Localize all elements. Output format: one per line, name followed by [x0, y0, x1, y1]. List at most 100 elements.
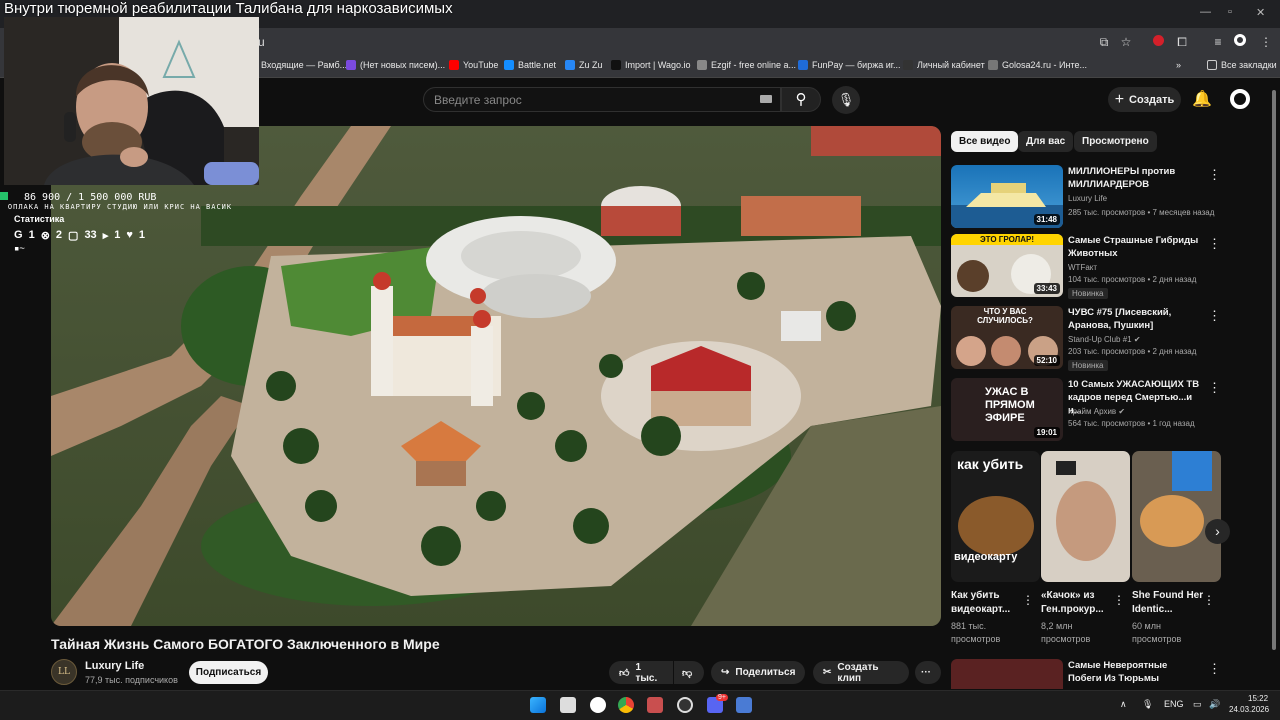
extension-opera-icon[interactable] — [1150, 34, 1166, 50]
like-count: 1 тыс. — [635, 661, 658, 684]
search-input[interactable]: Введите запрос — [423, 87, 781, 112]
browser-menu-icon[interactable]: ⋮ — [1258, 34, 1274, 50]
short-more-icon[interactable]: ⋮ — [1022, 593, 1034, 607]
bookmark-item[interactable]: FunPay — биржа иг... — [798, 60, 900, 70]
video-player[interactable] — [51, 126, 941, 626]
account-avatar[interactable] — [1230, 89, 1250, 109]
search-button[interactable]: ⚲ — [781, 87, 821, 112]
more-actions-button[interactable]: ··· — [915, 661, 941, 684]
rec-more-icon[interactable]: ⋮ — [1208, 661, 1221, 677]
recommendation-item[interactable]: 31:48 МИЛЛИОНЕРЫ против МИЛЛИАРДЕРОВ Lux… — [951, 165, 1241, 231]
short-thumbnail[interactable] — [1041, 451, 1130, 582]
install-app-icon[interactable]: ⧉ — [1096, 34, 1112, 50]
rec-thumbnail[interactable]: ЭТО ГРОЛАР! 33:43 — [951, 234, 1063, 297]
clock-time[interactable]: 15:22 — [1248, 694, 1268, 703]
chrome-icon[interactable] — [618, 697, 634, 713]
create-button[interactable]: + Создать — [1108, 87, 1181, 112]
rec-thumbnail[interactable]: УЖАС В ПРЯМОМ ЭФИРЕ 19:01 — [951, 378, 1063, 441]
recommendation-item[interactable]: УЖАС В ПРЯМОМ ЭФИРЕ 19:01 10 Самых УЖАСА… — [951, 378, 1241, 444]
cat-thumbnail — [1140, 451, 1212, 547]
rec-thumbnail[interactable]: 31:48 — [951, 165, 1063, 228]
short-thumbnail[interactable] — [1132, 451, 1221, 582]
bookmark-item[interactable]: Личный кабинет — [903, 60, 985, 70]
short-more-icon[interactable]: ⋮ — [1203, 593, 1215, 607]
notifications-bell-icon[interactable]: 🔔 — [1192, 89, 1212, 109]
tray-mic-icon[interactable]: 🎙 — [1142, 699, 1153, 710]
channel-avatar[interactable]: LL — [51, 659, 77, 685]
rec-more-icon[interactable]: ⋮ — [1208, 167, 1221, 183]
rec-channel[interactable]: WTFакт — [1068, 263, 1097, 272]
bookmark-item[interactable]: YouTube — [449, 60, 498, 70]
photos-icon[interactable] — [647, 697, 663, 713]
windows-start-icon[interactable] — [530, 697, 546, 713]
rec-more-icon[interactable]: ⋮ — [1208, 380, 1221, 396]
short-thumbnail[interactable]: как убить видеокарту — [951, 451, 1040, 582]
rec-channel[interactable]: Stand-Up Club #1 ✔ — [1068, 335, 1141, 344]
clip-button[interactable]: ✂ Создать клип — [813, 661, 909, 684]
media-control-icon[interactable]: ≡ — [1210, 34, 1226, 50]
voice-search-button[interactable]: 🎙 — [832, 86, 860, 114]
search-icon: ⚲ — [795, 91, 807, 108]
extensions-icon[interactable]: ⧠ — [1174, 34, 1190, 50]
minimize-icon[interactable]: — — [1200, 6, 1211, 18]
rec-thumbnail[interactable]: ЧТО У ВАС СЛУЧИЛОСЬ? 52:10 — [951, 306, 1063, 369]
bookmark-item[interactable]: Zu Zu — [565, 60, 603, 70]
bookmark-label: Ezgif - free online a... — [711, 60, 797, 70]
bookmark-item[interactable]: Import | Wago.io — [611, 60, 691, 70]
rec-channel[interactable]: Luxury Life — [1068, 194, 1107, 203]
chip-all-videos[interactable]: Все видео — [951, 131, 1019, 152]
short-title[interactable]: Как убить видеокарт... — [951, 589, 1023, 617]
subscribe-button[interactable]: Подписаться — [189, 661, 268, 684]
app-icon[interactable] — [736, 697, 752, 713]
page-scrollbar[interactable] — [1272, 90, 1276, 650]
bookmark-item[interactable]: Battle.net — [504, 60, 556, 70]
chip-for-you[interactable]: Для вас — [1018, 131, 1074, 152]
channel-name[interactable]: Luxury Life — [85, 660, 144, 672]
recommendation-item[interactable]: ЭТО ГРОЛАР! 33:43 Самые Страшные Гибриды… — [951, 234, 1241, 300]
rec-title[interactable]: Самые Невероятные Побеги Из Тюрьмы — [1068, 659, 1203, 685]
tray-chevron-icon[interactable]: ∧ — [1120, 699, 1127, 710]
chip-watched[interactable]: Просмотрено — [1074, 131, 1157, 152]
shorts-next-button[interactable]: › — [1205, 519, 1230, 544]
clock-date[interactable]: 24.03.2026 — [1229, 705, 1269, 714]
recommendation-item[interactable]: ЧТО У ВАС СЛУЧИЛОСЬ? 52:10 ЧУВС #75 [Лис… — [951, 306, 1241, 372]
bookmark-item[interactable]: Входящие — Рамб... — [247, 60, 347, 70]
keyboard-icon[interactable] — [760, 95, 772, 103]
short-title[interactable]: «Качок» из Ген.прокур... — [1041, 589, 1113, 617]
rec-meta: 285 тыс. просмотров • 7 месяцев назад — [1068, 208, 1215, 217]
rec-channel[interactable]: Крайм Архив ✔ — [1068, 407, 1125, 416]
language-indicator[interactable]: ENG — [1164, 699, 1184, 709]
bookmark-item[interactable]: Ezgif - free online a... — [697, 60, 796, 70]
close-icon[interactable]: ✕ — [1256, 6, 1265, 19]
create-label: Создать — [1129, 93, 1175, 106]
share-icon: ↪ — [721, 667, 730, 678]
yandex-browser-icon[interactable] — [590, 697, 606, 713]
windows-taskbar — [0, 690, 1280, 720]
url-text[interactable]: u — [258, 35, 265, 49]
short-title[interactable]: She Found Her Identic... — [1132, 589, 1204, 617]
volume-icon[interactable]: 🔊 — [1209, 699, 1220, 710]
rec-thumbnail[interactable] — [951, 659, 1063, 689]
short-more-icon[interactable]: ⋮ — [1113, 593, 1125, 607]
rec-title[interactable]: МИЛЛИОНЕРЫ против МИЛЛИАРДЕРОВ — [1068, 165, 1203, 191]
duration-badge: 31:48 — [1033, 214, 1060, 225]
maximize-icon[interactable]: ▫ — [1228, 6, 1232, 18]
rec-more-icon[interactable]: ⋮ — [1208, 308, 1221, 324]
all-bookmarks-button[interactable]: Все закладки — [1207, 60, 1277, 70]
share-button[interactable]: ↪ Поделиться — [711, 661, 805, 684]
task-view-icon[interactable] — [560, 697, 576, 713]
profile-icon[interactable] — [1232, 34, 1248, 50]
dislike-button[interactable]: 👎︎ — [674, 661, 704, 684]
recommendation-item[interactable]: Самые Невероятные Побеги Из Тюрьмы ⋮ — [951, 659, 1241, 689]
bookmark-item[interactable]: (Нет новых писем)... — [346, 60, 445, 70]
rec-more-icon[interactable]: ⋮ — [1208, 236, 1221, 252]
bookmark-star-icon[interactable]: ☆ — [1118, 34, 1134, 50]
obs-icon[interactable] — [677, 697, 693, 713]
rec-title[interactable]: ЧУВС #75 [Лисевский, Аранова, Пушкин] — [1068, 306, 1203, 332]
thumb-banner: ЭТО ГРОЛАР! — [951, 234, 1063, 245]
bookmark-item[interactable]: Golosa24.ru - Инте... — [988, 60, 1087, 70]
more-bookmarks-icon[interactable]: » — [1176, 60, 1181, 70]
network-icon[interactable]: ▭ — [1193, 699, 1202, 710]
rec-title[interactable]: Самые Страшные Гибриды Животных — [1068, 234, 1203, 260]
like-button[interactable]: 👍︎ 1 тыс. — [609, 661, 673, 684]
